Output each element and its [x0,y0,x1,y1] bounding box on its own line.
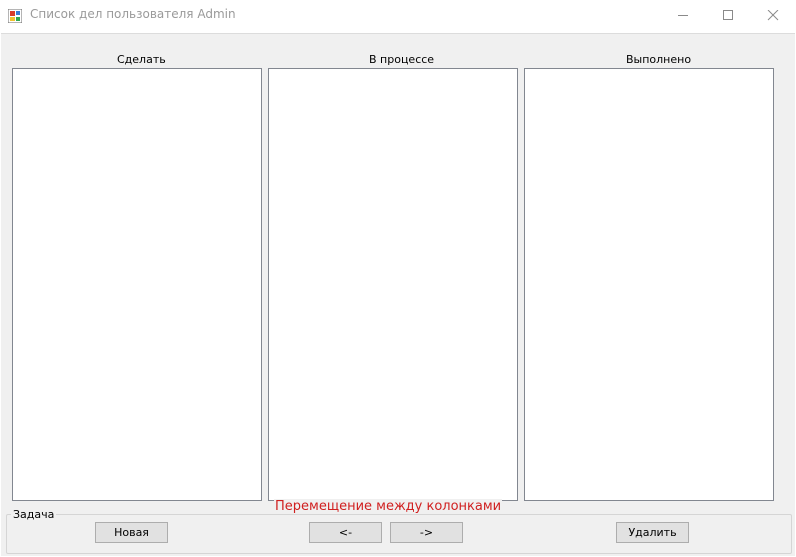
close-icon [767,10,779,21]
app-icon [7,8,23,24]
title-bar[interactable]: Список дел пользователя Admin [0,0,796,31]
minimize-button[interactable] [660,0,706,31]
in-progress-listbox[interactable] [268,68,518,501]
move-left-button[interactable]: <- [309,522,382,543]
todo-listbox[interactable] [12,68,262,501]
window-title: Список дел пользователя Admin [30,7,236,21]
move-between-columns-label: Перемещение между колонками [274,499,503,514]
move-right-button[interactable]: -> [390,522,463,543]
new-task-button[interactable]: Новая [95,522,168,543]
done-listbox[interactable] [524,68,774,501]
task-groupbox-legend: Задача [11,508,57,521]
form-client-area: Сделать В процессе Выполнено Задача Пере… [1,33,795,556]
close-button[interactable] [750,0,796,31]
column-label-todo: Сделать [117,53,166,66]
maximize-icon [723,10,733,20]
column-label-in-progress: В процессе [369,53,435,66]
minimize-icon [678,15,688,16]
maximize-button[interactable] [705,0,751,31]
delete-task-button[interactable]: Удалить [616,522,689,543]
column-label-done: Выполнено [626,53,692,66]
